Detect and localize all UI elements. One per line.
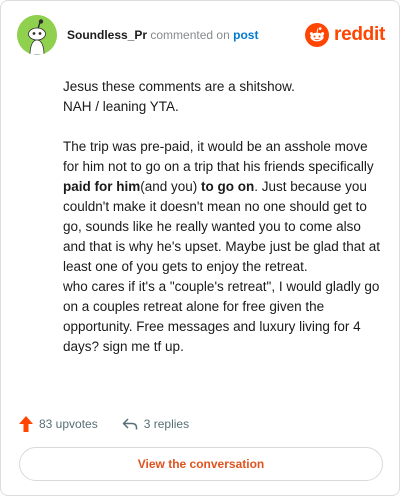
comment-actions: 83 upvotes 3 replies [19,415,189,433]
comment-text: The trip was pre-paid, it would be an as… [63,139,374,174]
snoo-avatar-icon [17,15,57,55]
user-avatar[interactable] [17,15,57,55]
view-conversation-button[interactable]: View the conversation [19,447,383,481]
comment-body: Jesus these comments are a shitshow. NAH… [63,77,383,357]
comment-header: Soundless_Pr commented on post reddit [17,15,385,55]
reply-count: 3 replies [143,417,190,431]
reddit-wordmark: reddit [334,24,385,45]
upvote-arrow-icon [19,416,33,432]
comment-text: (and you) [140,179,202,194]
replies-action[interactable]: 3 replies [122,417,189,431]
post-link[interactable]: post [233,28,258,42]
username[interactable]: Soundless_Pr [67,28,147,42]
reply-arrow-icon [122,418,137,430]
commented-on-label: commented on [150,28,230,42]
comment-bold-text: paid for him [63,179,141,194]
upvote-count: 83 upvotes [39,417,98,431]
comment-line-2: NAH / leaning YTA. [63,99,179,114]
comment-card: Soundless_Pr commented on post reddit Je… [0,0,400,496]
header-text: Soundless_Pr commented on post [67,27,258,43]
reddit-logo[interactable]: reddit [305,21,385,49]
comment-line-1: Jesus these comments are a shitshow. [63,79,295,94]
reddit-icon [305,23,330,47]
comment-bold-text: to go on [201,179,255,194]
comment-paragraph-3: who cares if it's a "couple's retreat", … [63,279,380,354]
comment-paragraph-2: The trip was pre-paid, it would be an as… [63,137,383,277]
upvote-action[interactable]: 83 upvotes [19,416,98,432]
